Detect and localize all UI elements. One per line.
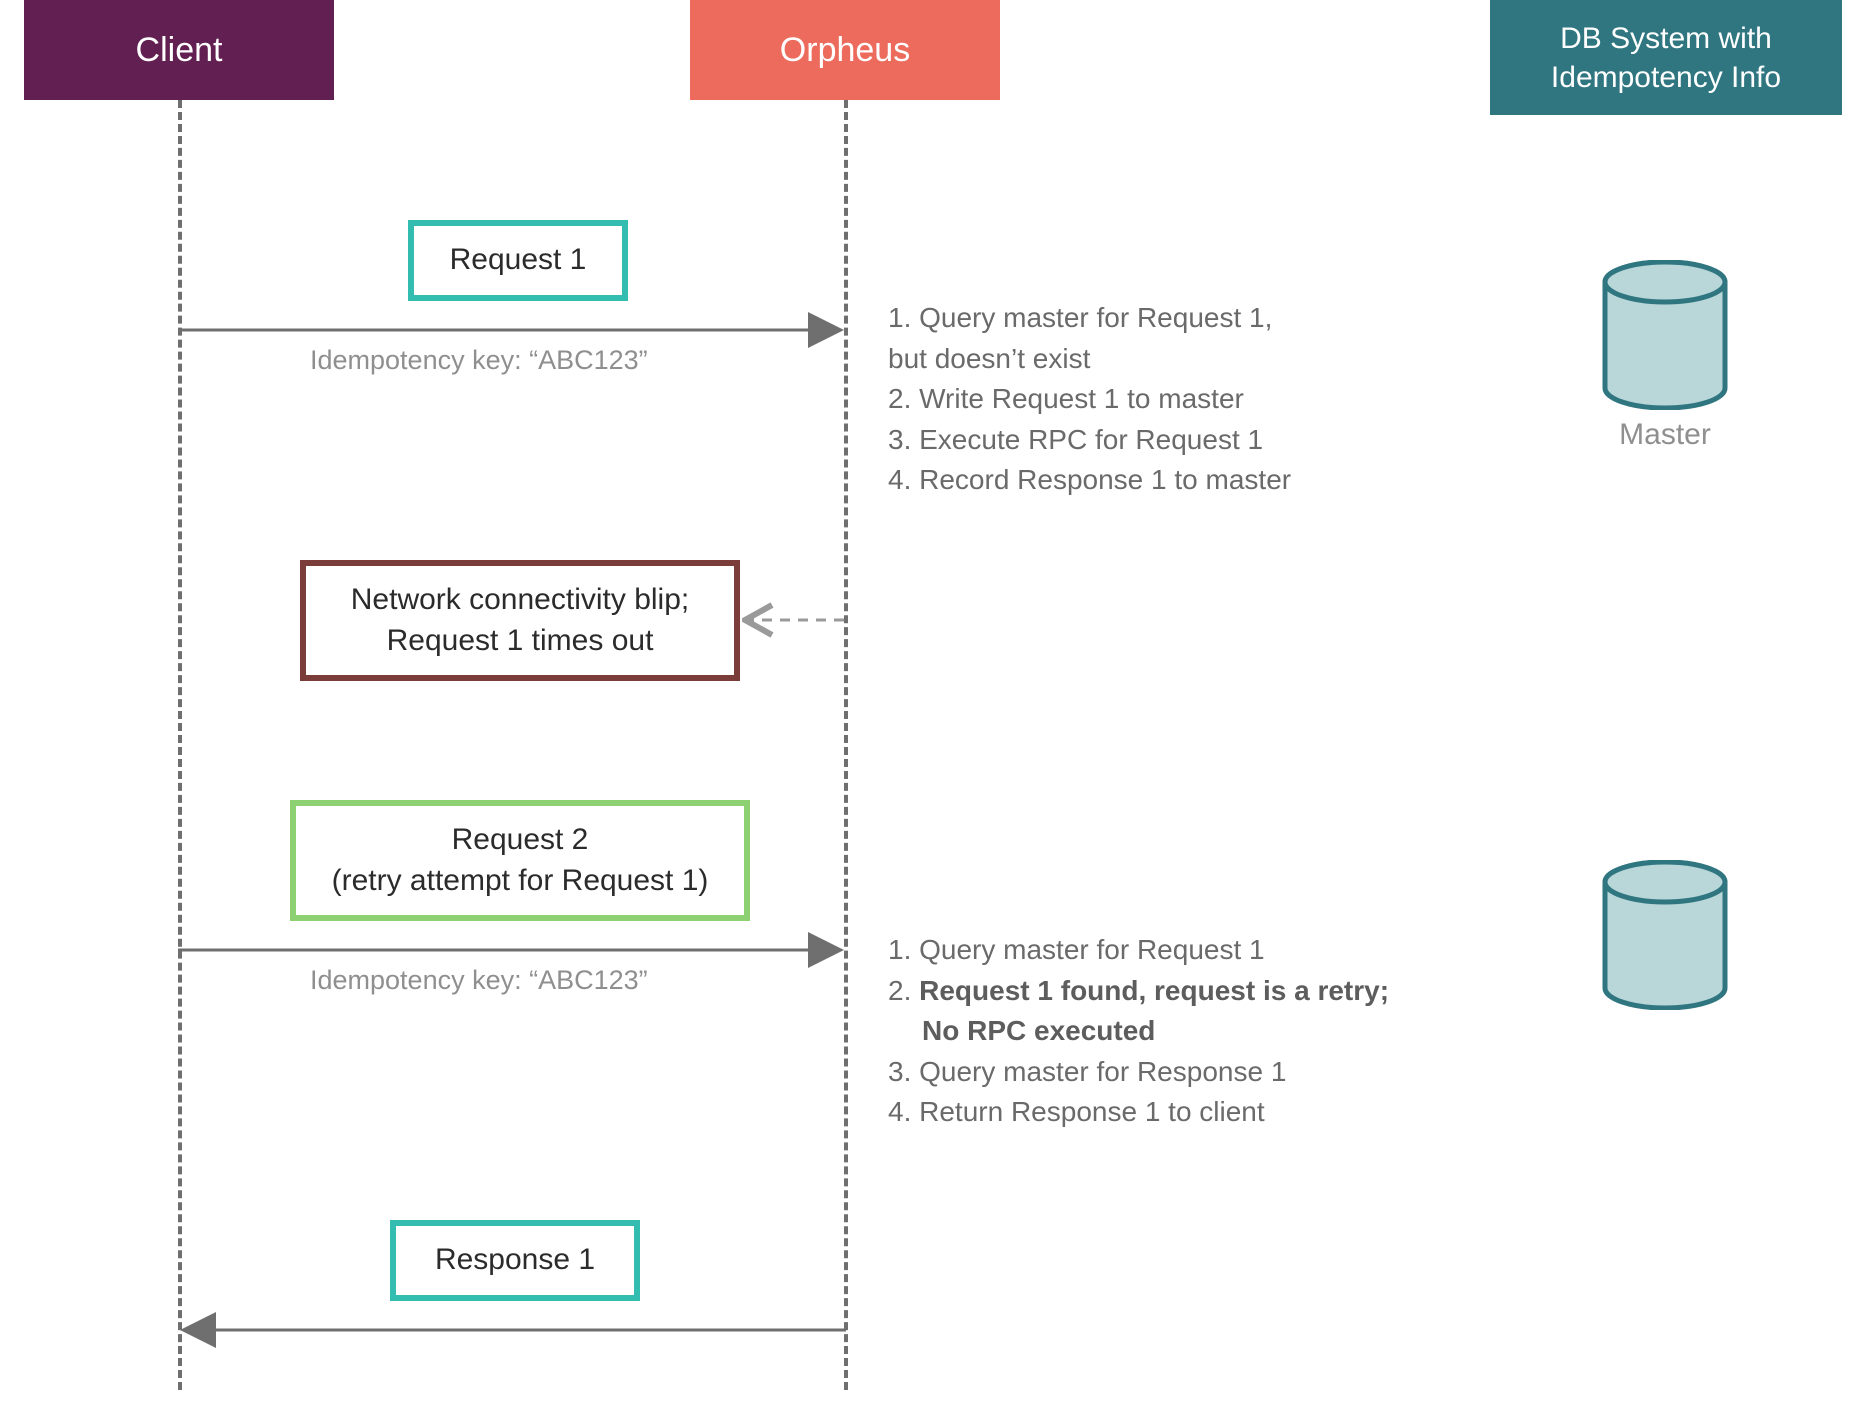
message-network-blip: Network connectivity blip; Request 1 tim… bbox=[300, 560, 740, 681]
step: 1. Query master for Request 1, bbox=[888, 298, 1468, 339]
lifeline-client bbox=[178, 100, 182, 1390]
lifeline-orpheus bbox=[844, 100, 848, 1390]
step: but doesn’t exist bbox=[888, 339, 1468, 380]
message-request-2: Request 2 (retry attempt for Request 1) bbox=[290, 800, 750, 921]
step: 4. Return Response 1 to client bbox=[888, 1092, 1508, 1133]
message-request-1: Request 1 bbox=[408, 220, 628, 301]
db-cylinder-icon bbox=[1600, 860, 1730, 1010]
line: Request 2 bbox=[332, 820, 709, 861]
arrow-response-1 bbox=[170, 1320, 848, 1340]
arrow-request-2 bbox=[178, 940, 846, 960]
sequence-diagram: Client Orpheus DB System with Idempotenc… bbox=[0, 0, 1872, 1422]
step: 3. Query master for Response 1 bbox=[888, 1052, 1508, 1093]
participant-orpheus: Orpheus bbox=[690, 0, 1000, 100]
message-response-1: Response 1 bbox=[390, 1220, 640, 1301]
step: No RPC executed bbox=[888, 1011, 1508, 1052]
arrow-request-1 bbox=[178, 320, 846, 340]
steps-list-1: 1. Query master for Request 1, but doesn… bbox=[888, 298, 1468, 501]
line: Network connectivity blip; bbox=[351, 580, 689, 621]
db-cylinder-icon bbox=[1600, 260, 1730, 410]
arrow-network-blip bbox=[740, 610, 850, 630]
participant-client: Client bbox=[24, 0, 334, 100]
step: 2. Request 1 found, request is a retry; bbox=[888, 971, 1508, 1012]
sublabel-key-1: Idempotency key: “ABC123” bbox=[310, 345, 648, 376]
step: 1. Query master for Request 1 bbox=[888, 930, 1508, 971]
line: Request 1 times out bbox=[351, 621, 689, 662]
step: 4. Record Response 1 to master bbox=[888, 460, 1468, 501]
step: 2. Write Request 1 to master bbox=[888, 379, 1468, 420]
line: (retry attempt for Request 1) bbox=[332, 861, 709, 902]
db-master-label: Master bbox=[1600, 418, 1730, 452]
participant-db: DB System with Idempotency Info bbox=[1490, 0, 1842, 115]
steps-list-2: 1. Query master for Request 1 2. Request… bbox=[888, 930, 1508, 1133]
sublabel-key-2: Idempotency key: “ABC123” bbox=[310, 965, 648, 996]
step: 3. Execute RPC for Request 1 bbox=[888, 420, 1468, 461]
